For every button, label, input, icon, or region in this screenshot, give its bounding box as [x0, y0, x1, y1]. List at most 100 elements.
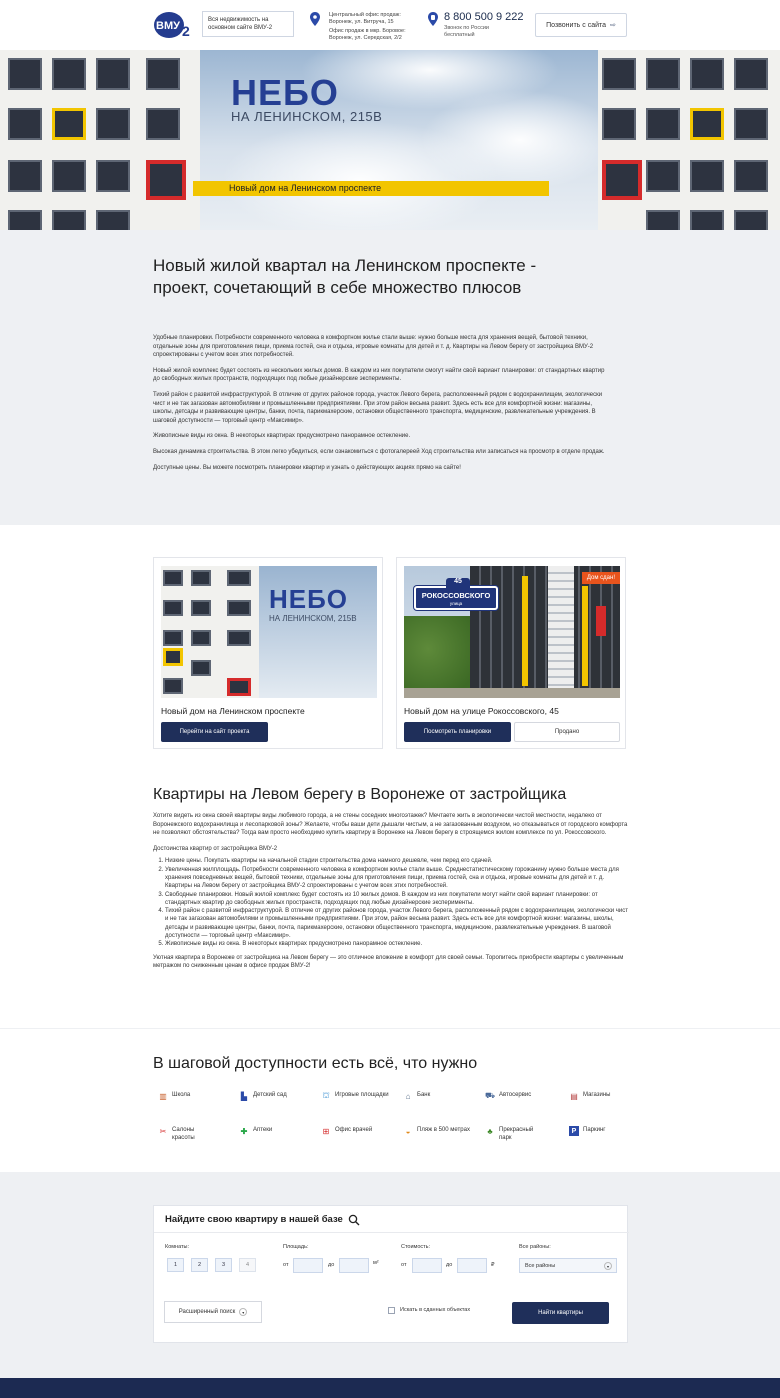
search-title: Найдите свою квартиру в нашей базе [165, 1214, 343, 1225]
area-from-input[interactable] [293, 1258, 323, 1273]
district-label: Все районы: [519, 1244, 551, 1250]
search-icon [348, 1214, 360, 1226]
amenity-school: ▥ Школа [158, 1091, 238, 1101]
window [163, 630, 183, 646]
window [646, 160, 680, 192]
room-1-button[interactable]: 1 [167, 1258, 184, 1272]
window [191, 630, 211, 646]
street-sign: 45 РОКОССОВСКОГО улица [414, 578, 498, 610]
amenity-label: Офис врачей [335, 1127, 373, 1133]
window [96, 160, 130, 192]
window [734, 58, 768, 90]
window [191, 660, 211, 676]
chevron-down-icon: ▾ [604, 1262, 612, 1270]
search-divider [154, 1232, 629, 1233]
sign-number: 45 [446, 578, 470, 588]
section-divider [0, 1028, 780, 1029]
window [52, 210, 86, 230]
sold-button[interactable]: Продано [514, 722, 620, 742]
office-line: Воронеж, ул. Витруча, 15 [329, 19, 394, 25]
room-2-button[interactable]: 2 [191, 1258, 208, 1272]
amenity-label: Аптеки [253, 1127, 273, 1133]
main-site-link[interactable]: Вся недвижимость на основном сайте ВМУ-2 [202, 11, 294, 37]
area-to-label: до [328, 1262, 335, 1268]
amenity-label: Игровые площадки [335, 1092, 389, 1098]
intro-paragraph: Живописные виды из окна. В некоторых ква… [153, 433, 411, 440]
advantages-list: Низкие цены. Покупать квартиры на началь… [165, 857, 628, 948]
amenity-doctor: ⊞ Офис врачей [321, 1126, 401, 1136]
project-image-rokossovskogo[interactable]: Дом сдан! 45 РОКОССОВСКОГО улица [404, 566, 620, 698]
area-to-input[interactable] [339, 1258, 369, 1273]
intro-paragraph: Новый жилой комплекс будет состоять из н… [153, 367, 605, 383]
window [163, 570, 183, 586]
window [191, 600, 211, 616]
room-4-button[interactable]: 4 [239, 1258, 256, 1272]
amenity-park: ♣ Прекрасный парк [485, 1126, 565, 1142]
window [8, 108, 42, 140]
window [602, 160, 642, 200]
phone-number[interactable]: 8 800 500 9 222 [444, 11, 524, 23]
card-logo-subtitle: НА ЛЕНИНСКОМ, 215В [269, 614, 357, 623]
view-plans-button[interactable]: Посмотреть планировки [404, 722, 511, 742]
pharmacy-icon: ✚ [240, 1126, 248, 1136]
amenities-title: В шаговой доступности есть всё, что нужн… [153, 1055, 478, 1072]
beauty-salon-icon: ✂ [159, 1126, 167, 1136]
card-logo-nebo: НЕБО [269, 584, 349, 614]
amenity-label: Прекрасный парк [499, 1127, 534, 1141]
price-to-input[interactable] [457, 1258, 487, 1273]
go-to-project-button[interactable]: Перейти на сайт проекта [161, 722, 268, 742]
call-from-site-button[interactable]: Позвонить с сайта ⇨ [535, 13, 627, 37]
project-card-rokossovskogo: Дом сдан! 45 РОКОССОВСКОГО улица Новый д… [396, 557, 626, 749]
office-line: Центральный офис продаж: [329, 12, 401, 18]
amenity-label: Школа [172, 1092, 191, 1098]
price-label: Стоимость: [401, 1244, 431, 1250]
intro-paragraph: Тихий район с развитой инфраструктурой. … [153, 391, 603, 424]
window [646, 58, 680, 90]
district-value: Все районы [525, 1263, 556, 1269]
sign-type: улица [449, 601, 463, 606]
card-title[interactable]: Новый дом на Ленинском проспекте [161, 706, 305, 716]
window [163, 678, 183, 694]
doctor-icon: ⊞ [322, 1126, 330, 1136]
project-image-nebo[interactable]: НЕБО НА ЛЕНИНСКОМ, 215В [161, 566, 377, 698]
building-left [0, 50, 200, 230]
window [227, 678, 251, 696]
window [602, 108, 636, 140]
intro-title: Новый жилой квартал на Ленинском проспек… [153, 256, 537, 297]
window [734, 160, 768, 192]
window [227, 600, 251, 616]
district-select[interactable]: Все районы ▾ [519, 1258, 617, 1273]
school-icon: ▥ [159, 1091, 167, 1101]
white-facade [548, 566, 574, 690]
room-3-button[interactable]: 3 [215, 1258, 232, 1272]
area-label: Площадь: [283, 1244, 309, 1250]
amenity-shops: ▤ Магазины [569, 1091, 649, 1101]
amenity-label: Банк [417, 1092, 431, 1098]
phone-icon [428, 12, 438, 26]
yellow-stripe [582, 586, 588, 686]
find-apartments-button[interactable]: Найти квартиры [512, 1302, 609, 1324]
car-service-icon: ⛟ [484, 1091, 496, 1100]
intro-paragraph: Доступные цены. Вы можете посмотреть пла… [153, 464, 461, 471]
amenity-label: Салоны красоты [172, 1127, 195, 1141]
yellow-stripe [522, 576, 528, 686]
playground-icon: ⛫ [322, 1091, 330, 1100]
vmu2-logo[interactable]: ВМУ 2 [153, 11, 195, 39]
amenity-kindergarten: ▙ Детский сад [239, 1091, 319, 1101]
completed-objects-checkbox[interactable] [388, 1307, 395, 1314]
window [646, 108, 680, 140]
amenity-label: Пляж в 500 метрах [417, 1127, 470, 1133]
advanced-search-button[interactable]: Расширенный поиск ▾ [164, 1301, 262, 1323]
svg-text:ВМУ: ВМУ [156, 20, 180, 32]
card-title[interactable]: Новый дом на улице Рокоссовского, 45 [404, 706, 559, 716]
amenity-beach: ◒ Пляж в 500 метрах [403, 1126, 483, 1136]
amenity-car-service: ⛟ Автосервис [485, 1091, 565, 1101]
window [52, 160, 86, 192]
intro-paragraph: Удобные планировки. Потребности современ… [153, 335, 594, 359]
price-from-input[interactable] [412, 1258, 442, 1273]
office-line: Офис продаж в мкр. Боровое: [329, 28, 406, 34]
completed-objects-label: Искать в сданных объектах [400, 1307, 471, 1313]
intro-section: Новый жилой квартал на Ленинском проспек… [0, 230, 780, 525]
tower-block [470, 566, 620, 690]
completed-badge: Дом сдан! [581, 572, 620, 584]
